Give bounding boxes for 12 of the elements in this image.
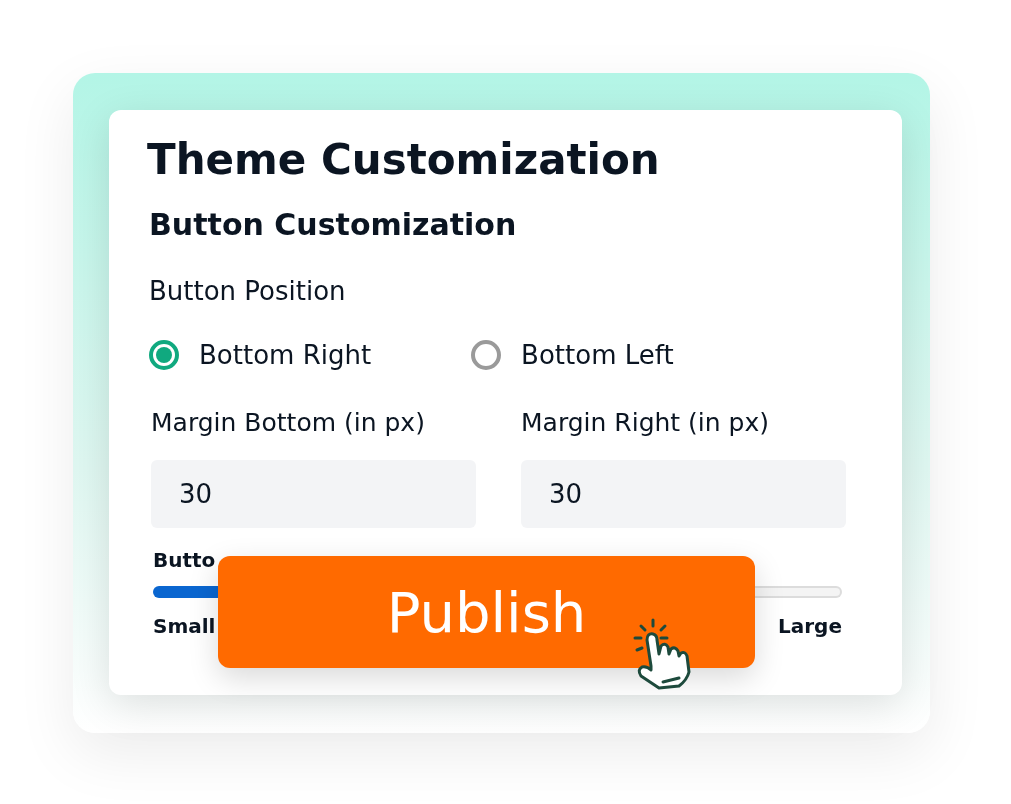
- field-label: Button Position: [149, 275, 347, 308]
- radio-option[interactable]: Bottom Right: [149, 340, 372, 370]
- radio-option[interactable]: Bottom Left: [471, 340, 674, 370]
- field-label: Margin Bottom (in px): [151, 407, 426, 439]
- number-field[interactable]: 30: [521, 460, 846, 528]
- number-field[interactable]: 30: [151, 460, 476, 528]
- max-label: Large: [778, 614, 842, 638]
- min-label: Small: [153, 614, 216, 638]
- section-title: Button Customization: [149, 206, 518, 244]
- page-title: Theme Customization: [147, 134, 661, 186]
- slider-label: Butto: [153, 547, 217, 574]
- field-label: Margin Right (in px): [521, 407, 771, 439]
